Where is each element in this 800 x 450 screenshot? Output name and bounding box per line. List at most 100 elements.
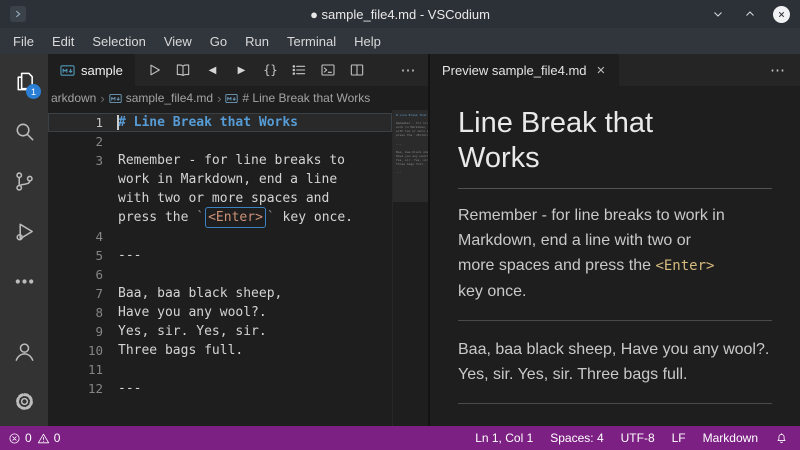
- editor-more-actions-icon[interactable]: ⋯: [397, 59, 420, 82]
- warning-count: 0: [54, 431, 61, 445]
- line-number[interactable]: 7: [48, 284, 108, 303]
- explorer-icon[interactable]: 1: [0, 56, 48, 106]
- preview-more-actions-icon[interactable]: ⋯: [770, 54, 800, 86]
- code-line[interactable]: 4: [48, 227, 392, 246]
- settings-gear-icon[interactable]: [0, 376, 48, 426]
- editor-group: sample ◀ ▶ {}: [48, 54, 428, 426]
- code-line[interactable]: 9 Yes, sir. Yes, sir.: [48, 322, 392, 341]
- curly-braces-icon[interactable]: {}: [259, 59, 282, 82]
- code-line[interactable]: 2: [48, 132, 392, 151]
- status-bar: 0 0 Ln 1, Col 1 Spaces: 4 UTF-8 LF Markd…: [0, 426, 800, 450]
- line-number[interactable]: 3: [48, 151, 108, 170]
- code-area[interactable]: 1 # Line Break that Works 2 3 Remember -…: [48, 110, 392, 426]
- line-number[interactable]: [48, 170, 108, 189]
- line-number[interactable]: 9: [48, 322, 108, 341]
- navigate-forward-icon[interactable]: ▶: [230, 59, 253, 82]
- enter-key-snippet: <Enter>: [205, 207, 266, 228]
- code-line[interactable]: 7 Baa, baa black sheep,: [48, 284, 392, 303]
- breadcrumb-chevron-icon: ›: [216, 91, 222, 106]
- language-mode-status[interactable]: Markdown: [703, 431, 758, 445]
- line-number[interactable]: 11: [48, 360, 108, 379]
- minimize-button[interactable]: [709, 6, 726, 23]
- line-number[interactable]: 4: [48, 227, 108, 246]
- outline-list-icon[interactable]: [288, 59, 311, 82]
- menu-view[interactable]: View: [155, 31, 201, 52]
- line-number[interactable]: 2: [48, 132, 108, 151]
- line-number[interactable]: 12: [48, 379, 108, 398]
- line-number[interactable]: 5: [48, 246, 108, 265]
- account-icon[interactable]: [0, 326, 48, 376]
- minimap[interactable]: # Line Break that Works Remember - for l…: [392, 110, 428, 426]
- menu-run[interactable]: Run: [236, 31, 278, 52]
- minimap-slider[interactable]: [393, 110, 428, 202]
- code-line[interactable]: work in Markdown, end a line: [48, 170, 392, 189]
- line-number[interactable]: 6: [48, 265, 108, 284]
- menu-help[interactable]: Help: [345, 31, 390, 52]
- problems-status[interactable]: 0 0: [8, 431, 60, 445]
- indentation-status[interactable]: Spaces: 4: [550, 431, 603, 445]
- markdown-file-icon: [60, 63, 75, 78]
- tab-preview[interactable]: Preview sample_file4.md ×: [430, 54, 619, 86]
- eol-status[interactable]: LF: [672, 431, 686, 445]
- enter-key-code: <Enter>: [655, 258, 714, 274]
- menu-selection[interactable]: Selection: [83, 31, 154, 52]
- code-line[interactable]: 12 ---: [48, 379, 392, 398]
- tab-sample-file[interactable]: sample: [48, 54, 135, 86]
- code-line[interactable]: 6: [48, 265, 392, 284]
- maximize-button[interactable]: [741, 6, 758, 23]
- more-views-icon[interactable]: [0, 256, 48, 306]
- open-preview-icon[interactable]: [172, 59, 195, 82]
- encoding-status[interactable]: UTF-8: [621, 431, 655, 445]
- cursor-position-status[interactable]: Ln 1, Col 1: [475, 431, 533, 445]
- error-count: 0: [25, 431, 32, 445]
- markdown-file-icon: [109, 92, 122, 105]
- menu-edit[interactable]: Edit: [43, 31, 83, 52]
- line-number[interactable]: [48, 208, 108, 227]
- code-line[interactable]: 3 Remember - for line breaks to: [48, 151, 392, 170]
- window-title: ● sample_file4.md - VSCodium: [0, 7, 800, 22]
- breadcrumb-chevron-icon: ›: [99, 91, 105, 106]
- close-button[interactable]: [773, 6, 790, 23]
- code-line[interactable]: with two or more spaces and: [48, 189, 392, 208]
- vscodium-window: ● sample_file4.md - VSCodium File Edit S…: [0, 0, 800, 450]
- error-icon: [8, 432, 21, 445]
- menu-file[interactable]: File: [4, 31, 43, 52]
- code-line[interactable]: press the ` <Enter> ` key once.: [48, 208, 392, 227]
- navigate-back-icon[interactable]: ◀: [201, 59, 224, 82]
- code-line[interactable]: 11: [48, 360, 392, 379]
- line-number[interactable]: 1: [48, 113, 108, 132]
- preview-heading: Line Break that Works: [458, 106, 772, 189]
- split-editor-icon[interactable]: [346, 59, 369, 82]
- breadcrumb-folder[interactable]: arkdown: [51, 91, 96, 105]
- title-bar[interactable]: ● sample_file4.md - VSCodium: [0, 0, 800, 28]
- notifications-bell-icon[interactable]: [775, 432, 788, 445]
- run-debug-icon[interactable]: [0, 206, 48, 256]
- search-icon[interactable]: [0, 106, 48, 156]
- preview-tab-bar: Preview sample_file4.md × ⋯: [430, 54, 800, 86]
- source-control-icon[interactable]: [0, 156, 48, 206]
- preview-paragraph: Remember - for line breaks to work in Ma…: [458, 203, 772, 304]
- preview-divider: [458, 403, 772, 404]
- menu-terminal[interactable]: Terminal: [278, 31, 345, 52]
- code-line[interactable]: 1 # Line Break that Works: [48, 113, 392, 132]
- line-number[interactable]: 10: [48, 341, 108, 360]
- breadcrumb-symbol[interactable]: # Line Break that Works: [225, 91, 370, 105]
- run-file-icon[interactable]: [143, 59, 166, 82]
- code-line[interactable]: 10 Three bags full.: [48, 341, 392, 360]
- activity-bar: 1: [0, 54, 48, 426]
- workbench: 1: [0, 54, 800, 426]
- preview-divider: [458, 320, 772, 321]
- line-number[interactable]: 8: [48, 303, 108, 322]
- line-number[interactable]: [48, 189, 108, 208]
- code-line[interactable]: 8 Have you any wool?.: [48, 303, 392, 322]
- app-icon[interactable]: [10, 6, 26, 22]
- editor[interactable]: 1 # Line Break that Works 2 3 Remember -…: [48, 110, 428, 426]
- terminal-icon[interactable]: [317, 59, 340, 82]
- code-line[interactable]: 5 ---: [48, 246, 392, 265]
- breadcrumb: arkdown › sample_file4.md › # Line Break…: [48, 86, 428, 110]
- editor-actions: ◀ ▶ {} ⋯: [135, 54, 428, 86]
- breadcrumb-file[interactable]: sample_file4.md: [109, 91, 213, 105]
- menu-go[interactable]: Go: [201, 31, 236, 52]
- warning-icon: [37, 432, 50, 445]
- close-tab-icon[interactable]: ×: [595, 62, 608, 79]
